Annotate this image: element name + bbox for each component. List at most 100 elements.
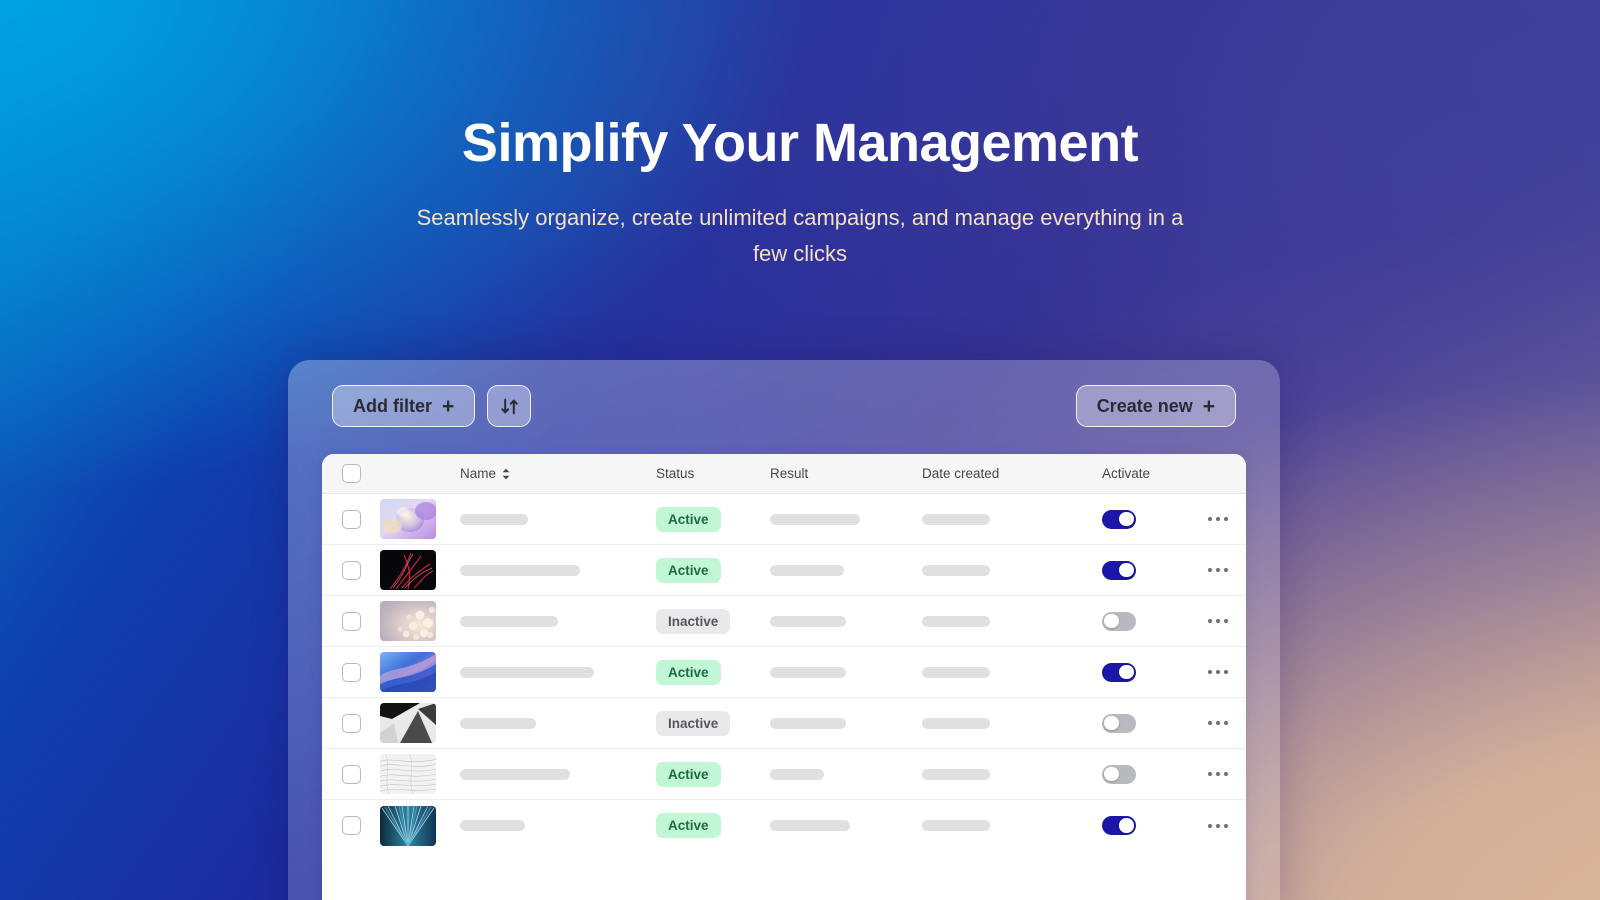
activate-toggle[interactable] (1102, 713, 1136, 733)
page-title: Simplify Your Management (461, 113, 1139, 173)
row-select-cell (322, 662, 380, 682)
row-result-cell (770, 768, 922, 780)
status-badge: Active (656, 557, 721, 583)
select-all-checkbox[interactable] (341, 464, 361, 483)
table-row[interactable]: Active (322, 647, 1246, 698)
row-checkbox[interactable] (341, 713, 361, 733)
column-header-name-label: Name (460, 466, 497, 481)
result-placeholder (770, 666, 846, 678)
row-checkbox[interactable] (341, 509, 361, 529)
row-select-cell (322, 816, 380, 835)
row-status-cell: Active (656, 761, 770, 787)
result-placeholder (770, 820, 850, 831)
table-body: Active Active Inactive Active Inactive A… (322, 494, 1246, 851)
column-header-name[interactable]: Name (460, 466, 656, 481)
select-all-cell (322, 464, 380, 483)
row-checkbox[interactable] (341, 662, 361, 682)
row-activate-cell (1102, 816, 1190, 835)
row-date-created-cell (922, 615, 1102, 627)
page-subtitle: Seamlessly organize, create unlimited ca… (416, 205, 1184, 266)
create-new-button[interactable]: Create new + (1075, 385, 1236, 427)
row-thumbnail-image (380, 805, 436, 846)
activate-toggle[interactable] (1102, 764, 1136, 784)
toggle-knob (1119, 818, 1134, 833)
name-placeholder (460, 615, 558, 627)
add-filter-button[interactable]: Add filter + (332, 385, 476, 427)
toggle-knob (1104, 715, 1119, 731)
row-status-cell: Active (656, 506, 770, 532)
row-checkbox[interactable] (341, 611, 361, 631)
table-toolbar: Add filter + Create new + (288, 360, 1280, 452)
column-header-activate: Activate (1102, 466, 1190, 481)
row-result-cell (770, 666, 922, 678)
management-card: Add filter + Create new + Name Status Re… (288, 360, 1280, 900)
row-menu-cell (1190, 818, 1246, 834)
activate-toggle[interactable] (1102, 662, 1136, 682)
row-thumbnail-cell (380, 652, 460, 692)
row-menu-cell (1190, 664, 1246, 680)
data-table: Name Status Result Date created Activate… (322, 454, 1246, 900)
row-date-created-cell (922, 820, 1102, 831)
ellipsis-icon[interactable] (1202, 715, 1234, 731)
name-placeholder (460, 564, 580, 576)
row-menu-cell (1190, 511, 1246, 527)
column-header-status-label: Status (656, 466, 695, 481)
row-name-cell (460, 513, 656, 525)
row-name-cell (460, 564, 656, 576)
row-status-cell: Active (656, 813, 770, 838)
status-badge: Inactive (656, 710, 731, 736)
activate-toggle[interactable] (1102, 509, 1136, 529)
date-created-placeholder (922, 768, 990, 780)
row-select-cell (322, 560, 380, 580)
row-checkbox[interactable] (341, 764, 361, 784)
sort-chevrons-icon[interactable] (501, 467, 511, 481)
ellipsis-icon[interactable] (1202, 562, 1234, 578)
ellipsis-icon[interactable] (1202, 766, 1234, 782)
row-menu-cell (1190, 613, 1246, 629)
row-status-cell: Active (656, 659, 770, 685)
row-result-cell (770, 615, 922, 627)
row-date-created-cell (922, 666, 1102, 678)
status-badge: Active (656, 659, 721, 685)
row-result-cell (770, 717, 922, 729)
sort-arrows-icon (499, 396, 520, 417)
row-checkbox[interactable] (341, 816, 361, 835)
table-row[interactable]: Active (322, 800, 1246, 851)
row-checkbox[interactable] (341, 560, 361, 580)
table-row[interactable]: Inactive (322, 596, 1246, 647)
row-result-cell (770, 820, 922, 831)
table-row[interactable]: Active (322, 494, 1246, 545)
ellipsis-icon[interactable] (1202, 818, 1234, 834)
row-select-cell (322, 764, 380, 784)
sort-button[interactable] (487, 385, 532, 427)
ellipsis-icon[interactable] (1202, 613, 1234, 629)
row-thumbnail-image (380, 652, 436, 692)
date-created-placeholder (922, 564, 990, 576)
row-name-cell (460, 820, 656, 831)
result-placeholder (770, 564, 844, 576)
row-activate-cell (1102, 713, 1190, 733)
row-result-cell (770, 564, 922, 576)
table-row[interactable]: Inactive (322, 698, 1246, 749)
status-badge: Inactive (656, 608, 731, 634)
row-status-cell: Inactive (656, 710, 770, 736)
row-thumbnail-cell (380, 550, 460, 590)
table-row[interactable]: Active (322, 749, 1246, 800)
row-thumbnail-cell (380, 805, 460, 846)
table-row[interactable]: Active (322, 545, 1246, 596)
activate-toggle[interactable] (1102, 611, 1136, 631)
result-placeholder (770, 717, 846, 729)
activate-toggle[interactable] (1102, 816, 1136, 835)
add-filter-label: Add filter (353, 395, 432, 416)
row-status-cell: Active (656, 557, 770, 583)
ellipsis-icon[interactable] (1202, 511, 1234, 527)
row-menu-cell (1190, 562, 1246, 578)
row-activate-cell (1102, 611, 1190, 631)
activate-toggle[interactable] (1102, 560, 1136, 580)
date-created-placeholder (922, 666, 990, 678)
row-thumbnail-cell (380, 499, 460, 539)
page-root: Simplify Your Management Seamlessly orga… (0, 0, 1600, 900)
table-header-row: Name Status Result Date created Activate (322, 454, 1246, 494)
ellipsis-icon[interactable] (1202, 664, 1234, 680)
name-placeholder (460, 768, 570, 780)
